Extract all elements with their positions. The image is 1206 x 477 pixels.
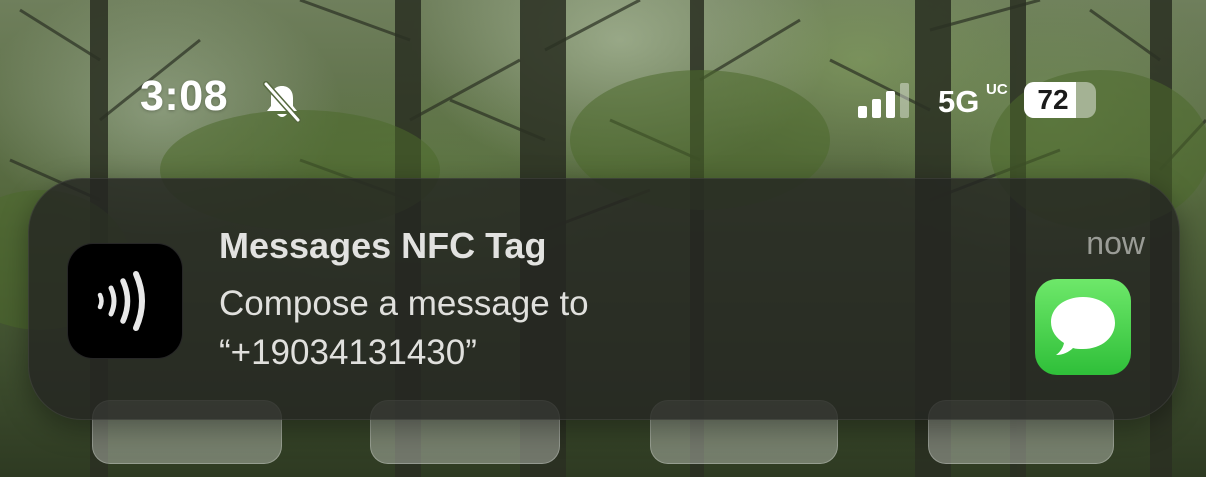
notification-time: now xyxy=(1086,225,1145,261)
notification-body: Compose a message to “+19034131430” xyxy=(219,284,589,372)
lock-screen: 3:08 5G UC 72 Messages NFC Tag Compose a… xyxy=(0,0,1206,477)
bell-slash-icon xyxy=(263,81,301,123)
speech-bubble-icon xyxy=(1051,297,1115,355)
status-bar: 3:08 5G UC 72 xyxy=(0,70,1206,130)
battery-percent: 72 xyxy=(1037,84,1069,115)
nfc-tag-icon xyxy=(67,243,183,359)
messages-app-icon xyxy=(1035,279,1131,375)
notification-banner[interactable]: Messages NFC Tag Compose a message to “+… xyxy=(28,178,1180,420)
clock-time: 3:08 xyxy=(140,72,229,120)
network-type-suffix: UC xyxy=(986,81,1008,98)
cellular-signal-icon xyxy=(858,83,909,118)
nfc-waves-icon xyxy=(97,271,145,331)
battery-indicator: 72 xyxy=(1024,82,1096,118)
network-type: 5G xyxy=(938,84,980,119)
notification-title: Messages NFC Tag xyxy=(219,225,547,266)
